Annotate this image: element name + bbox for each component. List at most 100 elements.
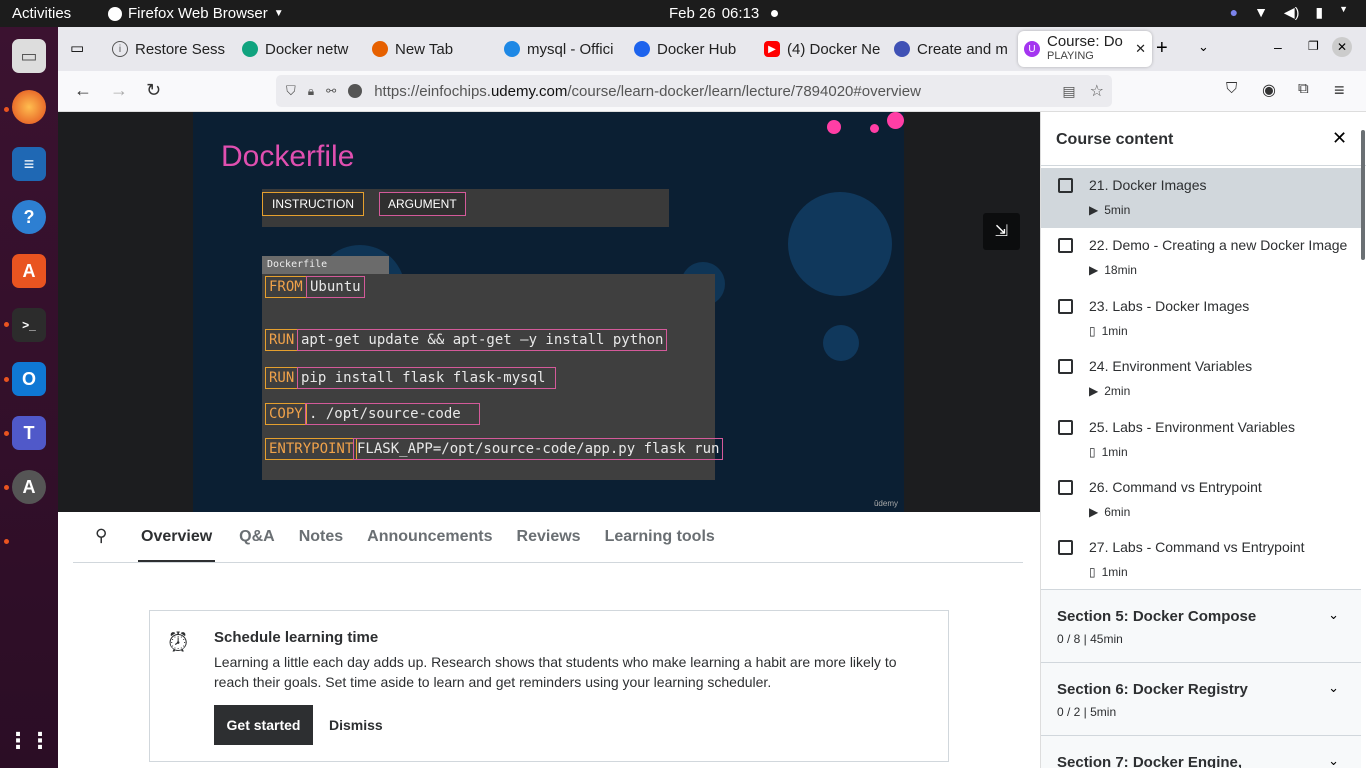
get-started-button[interactable]: Get started <box>214 705 313 745</box>
tab-docker-network[interactable]: Docker netw <box>242 33 360 65</box>
close-window-button[interactable]: ✕ <box>1332 37 1352 57</box>
tab-label: Docker Hub <box>657 40 737 58</box>
firefox-dock-icon[interactable] <box>12 90 46 124</box>
lecture-item-25[interactable]: 25. Labs - Environment Variables ▯ 1min <box>1041 410 1361 470</box>
close-icon[interactable]: ✕ <box>1332 128 1347 149</box>
lecture-item-26[interactable]: 26. Command vs Entrypoint ▶ 6min <box>1041 470 1361 530</box>
lecture-item-21[interactable]: 21. Docker Images ▶ 5min <box>1041 168 1361 228</box>
restore-button[interactable]: ❐ <box>1308 39 1319 53</box>
video-player[interactable]: Dockerfile INSTRUCTION ARGUMENT Dockerfi… <box>58 112 1040 512</box>
duration-text: 1min <box>1101 445 1128 459</box>
activities-button[interactable]: Activities <box>12 5 71 22</box>
show-apps-icon[interactable]: ⋮⋮ <box>7 724 51 758</box>
tab-learning-tools[interactable]: Learning tools <box>605 512 715 562</box>
menu-icon[interactable]: ≡ <box>1334 80 1345 101</box>
writer-icon[interactable]: ≡ <box>12 147 46 181</box>
software-center-icon[interactable]: A <box>12 254 46 288</box>
permissions-icon[interactable]: ⚯ <box>326 84 336 98</box>
tab-restore-session[interactable]: i Restore Sess <box>112 33 230 65</box>
tab-label: Course: Do <box>1047 33 1123 50</box>
section-6[interactable]: Section 6: Docker Registry 0 / 2 | 5min … <box>1041 662 1361 735</box>
clock-time: 06:13 <box>721 5 760 22</box>
section-progress: 0 / 8 | 45min <box>1057 632 1123 646</box>
tab-overview[interactable]: Overview <box>138 512 216 562</box>
software-updater-icon[interactable]: A <box>12 470 46 504</box>
lecture-item-27[interactable]: 27. Labs - Command vs Entrypoint ▯ 1min <box>1041 530 1361 590</box>
tab-notes[interactable]: Notes <box>299 512 343 562</box>
checkbox[interactable] <box>1058 359 1073 374</box>
duration-text: 5min <box>1104 203 1131 217</box>
video-icon: ▶ <box>1089 505 1099 519</box>
lecture-duration: ▶ 2min <box>1089 384 1130 398</box>
lecture-item-22[interactable]: 22. Demo - Creating a new Docker Image ▶… <box>1041 228 1361 288</box>
app-menu[interactable]: Firefox Web Browser ▼ <box>108 5 284 22</box>
tab-new-tab[interactable]: New Tab <box>372 33 490 65</box>
system-tray[interactable]: ● ▼ ◀) ▮ ▼ <box>1230 4 1348 21</box>
section-7[interactable]: Section 7: Docker Engine, ⌄ <box>1041 735 1361 768</box>
dismiss-button[interactable]: Dismiss <box>329 705 383 745</box>
checkbox[interactable] <box>1058 238 1073 253</box>
tab-mysql[interactable]: mysql - Offici <box>504 33 622 65</box>
wifi-icon: ▼ <box>1254 4 1268 20</box>
checkbox[interactable] <box>1058 178 1073 193</box>
section-5[interactable]: Section 5: Docker Compose 0 / 8 | 45min … <box>1041 589 1361 662</box>
scrollbar[interactable] <box>1361 130 1365 260</box>
checkbox[interactable] <box>1058 480 1073 495</box>
teams-icon[interactable]: T <box>12 416 46 450</box>
account-icon[interactable]: ◉ <box>1262 80 1276 100</box>
chevron-down-icon: ⌄ <box>1328 607 1339 622</box>
lecture-title: 25. Labs - Environment Variables <box>1089 419 1295 435</box>
search-icon[interactable]: ⚲ <box>95 526 107 546</box>
url-bar[interactable]: ⛉ 🔒︎ ⚯ https://einfochips.udemy.com/cour… <box>276 75 1112 107</box>
forward-button[interactable]: → <box>110 80 128 101</box>
minimize-button[interactable]: – <box>1274 39 1282 55</box>
keyword-run: RUN <box>265 367 299 389</box>
outlook-icon[interactable]: O <box>12 362 46 396</box>
tab-qa[interactable]: Q&A <box>239 512 275 562</box>
checkbox[interactable] <box>1058 540 1073 555</box>
instruction-label: INSTRUCTION <box>262 192 364 216</box>
alarm-clock-icon: ⏰︎ <box>168 627 189 657</box>
close-tab-icon[interactable]: ✕ <box>1135 41 1146 57</box>
video-icon: ▶ <box>1089 203 1099 217</box>
reload-button[interactable]: ↻ <box>146 80 161 101</box>
checkbox[interactable] <box>1058 299 1073 314</box>
site-icon <box>348 84 363 98</box>
tab-create[interactable]: Create and m <box>894 33 1012 65</box>
power-menu-icon: ▼ <box>1339 4 1348 14</box>
duration-text: 1min <box>1101 324 1128 338</box>
bookmark-star-icon[interactable]: ☆ <box>1090 81 1104 101</box>
section-title: Section 7: Docker Engine, <box>1057 754 1243 768</box>
extensions-icon[interactable]: ⧉ <box>1298 80 1309 97</box>
section-progress: 0 / 2 | 5min <box>1057 705 1117 719</box>
tab-announcements[interactable]: Announcements <box>367 512 492 562</box>
video-icon: ▶ <box>1089 384 1099 398</box>
schedule-body: Learning a little each day adds up. Rese… <box>214 654 897 690</box>
tab-youtube[interactable]: ▶ (4) Docker Ne <box>764 33 882 65</box>
argument-label: ARGUMENT <box>379 192 466 216</box>
exit-fullscreen-button[interactable]: ⇲ <box>983 213 1020 250</box>
lock-icon[interactable]: 🔒︎ <box>308 84 314 99</box>
tab-docker-hub[interactable]: Docker Hub <box>634 33 752 65</box>
terminal-icon[interactable]: >_ <box>12 308 46 342</box>
clock[interactable]: Feb 26 06:13 <box>669 5 779 22</box>
shield-icon[interactable]: ⛉ <box>286 83 296 99</box>
chatgpt-icon <box>242 41 258 57</box>
schedule-card: ⏰︎ Schedule learning time Learning a lit… <box>149 610 949 762</box>
lecture-duration: ▶ 5min <box>1089 203 1130 217</box>
pocket-icon[interactable]: ⛉ <box>1226 80 1237 97</box>
back-button[interactable]: ← <box>74 80 92 101</box>
lecture-item-24[interactable]: 24. Environment Variables ▶ 2min <box>1041 349 1361 409</box>
new-tab-button[interactable]: + <box>1156 37 1168 60</box>
firefox-view-icon[interactable]: ▭ <box>70 39 84 57</box>
checkbox[interactable] <box>1058 420 1073 435</box>
list-tabs-icon[interactable]: ⌄ <box>1198 39 1209 55</box>
lecture-item-23[interactable]: 23. Labs - Docker Images ▯ 1min <box>1041 289 1361 349</box>
help-icon[interactable]: ? <box>12 200 46 234</box>
app-menu-label: Firefox Web Browser <box>128 5 268 22</box>
files-icon[interactable]: ▭ <box>12 39 46 73</box>
tab-reviews[interactable]: Reviews <box>517 512 581 562</box>
tab-course[interactable]: U Course: Do PLAYING ✕ <box>1018 31 1152 67</box>
reader-view-icon[interactable]: ▤ <box>1062 83 1075 100</box>
file-icon: ▯ <box>1089 565 1096 579</box>
